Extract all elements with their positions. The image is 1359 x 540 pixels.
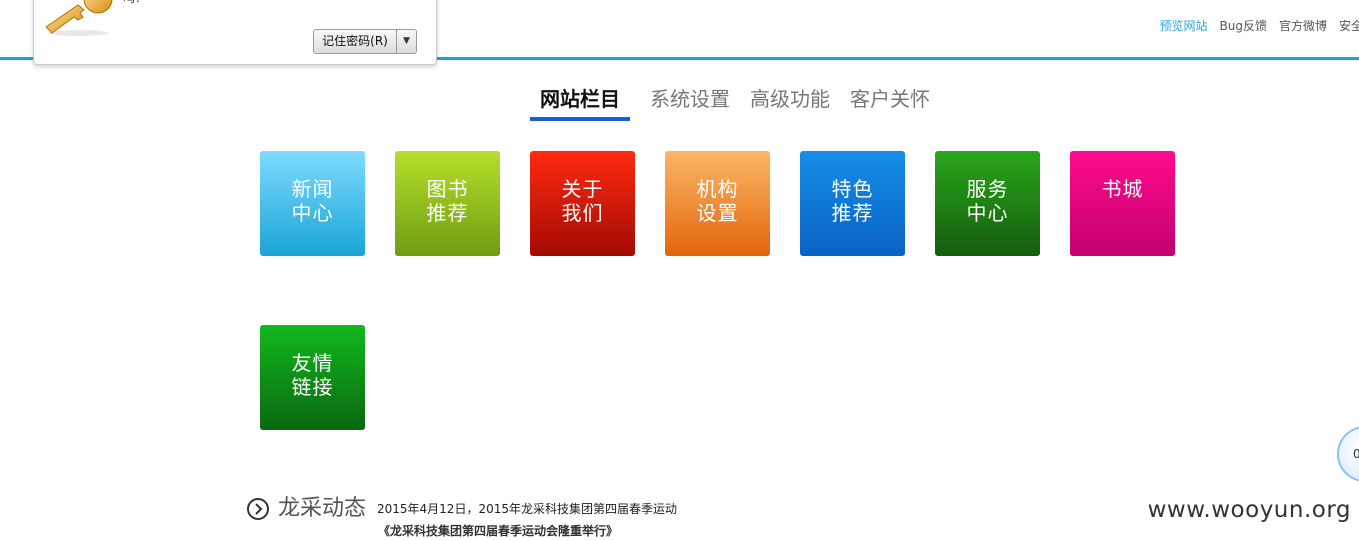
main-tabs: 网站栏目 系统设置 高级功能 客户关怀 <box>530 84 930 121</box>
weibo-link[interactable]: 官方微博 <box>1279 17 1327 34</box>
tile-book-recommend[interactable]: 图书 推荐 <box>395 151 500 256</box>
security-link[interactable]: 安全 <box>1339 17 1359 34</box>
bug-report-link[interactable]: Bug反馈 <box>1220 17 1267 34</box>
tile-news-center[interactable]: 新闻 中心 <box>260 151 365 256</box>
tile-bookstore[interactable]: 书城 <box>1070 151 1175 256</box>
tile-featured-recommend[interactable]: 特色 推荐 <box>800 151 905 256</box>
tile-org-settings[interactable]: 机构 设置 <box>665 151 770 256</box>
watermark: www.wooyun.org <box>1147 497 1351 523</box>
tile-label-line2: 我们 <box>561 201 604 225</box>
key-icon <box>45 0 113 36</box>
tile-label-line2: 设置 <box>696 201 739 225</box>
page: 预览网站 Bug反馈 官方微博 安全 吗? 记住密码(R) ▼ 网站栏目 <box>0 0 1359 540</box>
news-item[interactable]: 《龙采科技集团第四届春季运动会隆重举行》 <box>378 522 618 539</box>
circle-arrow-icon <box>247 498 269 520</box>
tile-label-line1: 新闻 <box>291 177 334 201</box>
tile-label-line1: 友情 <box>291 351 334 375</box>
tile-label-line2: 推荐 <box>426 201 469 225</box>
tile-label-line2: 链接 <box>291 375 334 399</box>
tile-label-line1: 服务 <box>966 177 1009 201</box>
remember-password-button[interactable]: 记住密码(R) <box>314 30 396 53</box>
preview-site-link[interactable]: 预览网站 <box>1159 17 1207 34</box>
popup-message: 吗? <box>123 0 141 6</box>
tab-advanced-functions[interactable]: 高级功能 <box>750 84 830 114</box>
tile-label-line1: 机构 <box>696 177 739 201</box>
header-links: 预览网站 Bug反馈 官方微博 安全 <box>1159 17 1359 34</box>
tab-site-columns[interactable]: 网站栏目 <box>530 84 630 121</box>
tile-friend-links[interactable]: 友情 链接 <box>260 325 365 430</box>
tile-label-line2: 中心 <box>966 201 1009 225</box>
floating-service-bubble[interactable]: 0 <box>1337 426 1359 482</box>
tile-about-us[interactable]: 关于 我们 <box>530 151 635 256</box>
tile-label-line2: 推荐 <box>831 201 874 225</box>
tab-system-settings[interactable]: 系统设置 <box>650 84 730 114</box>
remember-password-dropdown[interactable]: ▼ <box>396 30 416 53</box>
save-password-popup: 吗? 记住密码(R) ▼ <box>33 0 437 65</box>
tab-customer-care[interactable]: 客户关怀 <box>850 84 930 114</box>
tile-label-line1: 图书 <box>426 177 469 201</box>
tile-service-center[interactable]: 服务 中心 <box>935 151 1040 256</box>
news-section-title: 龙采动态 <box>278 496 367 521</box>
tile-label-line2: 中心 <box>291 201 334 225</box>
tile-label-line1: 特色 <box>831 177 874 201</box>
tile-label-line1: 书城 <box>1101 177 1144 201</box>
news-item[interactable]: 2015年4月12日，2015年龙采科技集团第四届春季运动 <box>377 500 677 517</box>
tile-label-line1: 关于 <box>561 177 604 201</box>
remember-password-control: 记住密码(R) ▼ <box>313 29 417 54</box>
